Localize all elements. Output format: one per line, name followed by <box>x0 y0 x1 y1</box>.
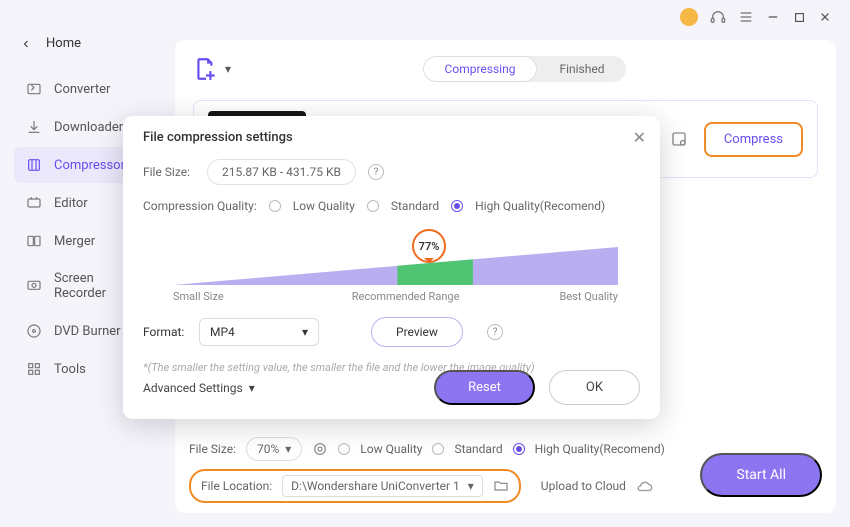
format-label: Format: <box>143 325 185 339</box>
sidebar-item-label: Tools <box>54 362 86 377</box>
tools-icon <box>26 361 42 377</box>
cloud-icon[interactable] <box>636 477 654 495</box>
sidebar-item-converter[interactable]: Converter <box>14 71 161 107</box>
settings-icon[interactable] <box>670 130 688 148</box>
bb-file-size-select[interactable]: 70%▾ <box>246 437 302 461</box>
file-size-label: File Size: <box>143 165 195 179</box>
file-location-select[interactable]: D:\Wondershare UniConverter 1▾ <box>282 475 483 497</box>
info-icon[interactable]: ? <box>368 164 384 180</box>
small-size-label: Small Size <box>173 290 224 303</box>
avatar[interactable] <box>680 8 698 26</box>
home-label: Home <box>46 36 81 51</box>
modal-high-label: High Quality(Recomend) <box>475 199 605 213</box>
close-button[interactable] <box>818 10 832 24</box>
maximize-button[interactable] <box>792 10 806 24</box>
bb-standard-label: Standard <box>454 442 502 456</box>
bb-file-size-label: File Size: <box>189 442 236 456</box>
radio-low[interactable] <box>338 443 350 455</box>
slider-value-bubble: 77% <box>412 229 446 263</box>
close-icon[interactable]: ✕ <box>633 128 646 147</box>
chevron-down-icon: ▾ <box>249 381 255 395</box>
chevron-down-icon[interactable]: ▾ <box>225 62 231 76</box>
bb-high-label: High Quality(Recomend) <box>535 442 665 456</box>
modal-radio-low[interactable] <box>269 200 281 212</box>
compression-settings-modal: File compression settings ✕ File Size: 2… <box>123 116 660 419</box>
tabs: Compressing Finished <box>423 56 627 82</box>
toolbar: ▾ Compressing Finished <box>193 56 818 82</box>
reset-button[interactable]: Reset <box>434 370 535 405</box>
ok-button[interactable]: OK <box>549 370 640 405</box>
folder-icon[interactable] <box>493 478 509 494</box>
screen-recorder-icon <box>26 278 42 294</box>
titlebar <box>680 8 832 26</box>
modal-radio-standard[interactable] <box>367 200 379 212</box>
modal-radio-high[interactable] <box>451 200 463 212</box>
tab-finished[interactable]: Finished <box>537 56 626 82</box>
sidebar-item-label: Compressor <box>54 158 125 173</box>
upload-cloud-label: Upload to Cloud <box>541 479 626 493</box>
converter-icon <box>26 81 42 97</box>
tab-compressing[interactable]: Compressing <box>423 56 538 82</box>
modal-standard-label: Standard <box>391 199 439 213</box>
advanced-settings-toggle[interactable]: Advanced Settings▾ <box>143 381 255 395</box>
modal-low-label: Low Quality <box>293 199 355 213</box>
radio-standard[interactable] <box>432 443 444 455</box>
sidebar-item-label: Converter <box>54 82 110 97</box>
headset-icon[interactable] <box>710 9 726 25</box>
chevron-down-icon: ▾ <box>302 325 308 339</box>
bb-low-label: Low Quality <box>360 442 422 456</box>
file-size-field[interactable]: 215.87 KB - 431.75 KB <box>207 159 356 185</box>
format-select[interactable]: MP4▾ <box>199 318 319 346</box>
recommended-range-label: Recommended Range <box>352 290 460 303</box>
preview-button[interactable]: Preview <box>371 317 463 347</box>
compressor-icon <box>26 157 42 173</box>
quality-slider[interactable]: 77% Small Size Recommended Range Best Qu… <box>143 233 640 299</box>
merger-icon <box>26 233 42 249</box>
sidebar-item-label: Editor <box>54 196 88 211</box>
menu-icon[interactable] <box>738 9 754 25</box>
chevron-down-icon: ▾ <box>468 479 474 493</box>
bottom-bar: File Size: 70%▾ Low Quality Standard Hig… <box>189 429 822 503</box>
sidebar-item-label: DVD Burner <box>54 324 121 339</box>
best-quality-label: Best Quality <box>560 290 618 303</box>
add-file-icon[interactable] <box>193 56 219 82</box>
file-location-group: File Location: D:\Wondershare UniConvert… <box>189 469 521 503</box>
compress-button[interactable]: Compress <box>704 122 803 157</box>
quality-label: Compression Quality: <box>143 199 257 213</box>
sidebar-item-label: Downloader <box>54 120 123 135</box>
radio-high[interactable] <box>513 443 525 455</box>
file-location-label: File Location: <box>201 479 272 493</box>
modal-title: File compression settings <box>143 130 640 145</box>
minimize-button[interactable] <box>766 10 780 24</box>
chevron-down-icon: ▾ <box>285 442 291 456</box>
home-back[interactable]: Home <box>10 28 165 59</box>
dvd-icon <box>26 323 42 339</box>
info-icon[interactable]: ? <box>487 324 503 340</box>
download-icon <box>26 119 42 135</box>
start-all-button[interactable]: Start All <box>700 453 822 497</box>
sidebar-item-label: Merger <box>54 234 95 249</box>
target-icon[interactable] <box>312 441 328 457</box>
chevron-left-icon <box>20 38 32 50</box>
editor-icon <box>26 195 42 211</box>
